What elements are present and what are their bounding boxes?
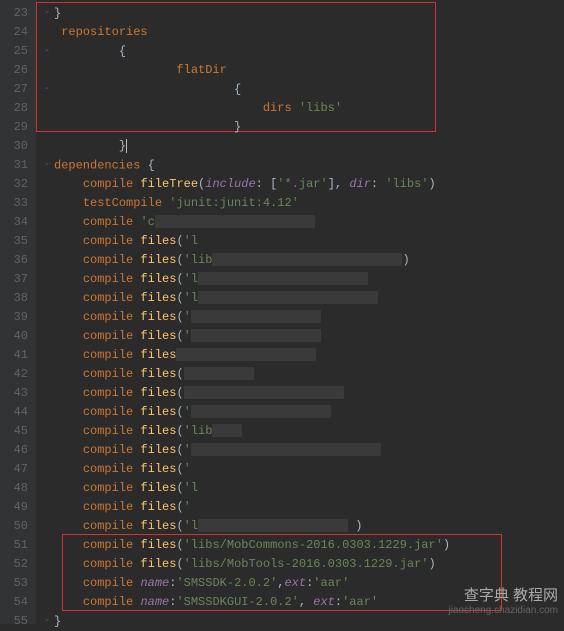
redacted-text xyxy=(191,329,321,342)
line-number: 25 xyxy=(4,42,28,61)
line-number: 37 xyxy=(4,270,28,289)
code-line: compile files(' xyxy=(36,308,564,327)
code-editor[interactable]: 2324252627282930313233343536373839404142… xyxy=(0,0,564,624)
redacted-text xyxy=(155,215,315,228)
code-line: flatDir xyxy=(36,61,564,80)
line-number: 54 xyxy=(4,593,28,612)
line-number: 39 xyxy=(4,308,28,327)
code-line: compile files('l xyxy=(36,289,564,308)
line-number: 48 xyxy=(4,479,28,498)
line-number: 47 xyxy=(4,460,28,479)
fold-icon[interactable]: - xyxy=(44,4,54,23)
line-number: 32 xyxy=(4,175,28,194)
fold-icon[interactable]: - xyxy=(44,156,54,175)
code-line: compile files('libs/MobCommons-2016.0303… xyxy=(36,536,564,555)
line-number: 36 xyxy=(4,251,28,270)
code-line: compile files('lib) xyxy=(36,251,564,270)
fold-icon[interactable]: - xyxy=(44,612,54,631)
redacted-text xyxy=(198,272,368,285)
line-number: 29 xyxy=(4,118,28,137)
line-number: 42 xyxy=(4,365,28,384)
redacted-text xyxy=(191,310,321,323)
line-number: 35 xyxy=(4,232,28,251)
code-line: repositories xyxy=(36,23,564,42)
redacted-text xyxy=(191,405,331,418)
code-line: compile files('l ) xyxy=(36,517,564,536)
line-number: 53 xyxy=(4,574,28,593)
code-line: compile files(' xyxy=(36,498,564,517)
line-number: 49 xyxy=(4,498,28,517)
code-line: -} xyxy=(36,4,564,23)
line-number: 43 xyxy=(4,384,28,403)
line-number: 34 xyxy=(4,213,28,232)
line-number: 46 xyxy=(4,441,28,460)
code-line: compile files(' xyxy=(36,327,564,346)
redacted-text xyxy=(176,348,316,361)
fold-icon[interactable]: - xyxy=(44,42,54,61)
redacted-text xyxy=(198,291,378,304)
line-number: 40 xyxy=(4,327,28,346)
code-line: compile files(' xyxy=(36,441,564,460)
code-line: compile files( xyxy=(36,365,564,384)
code-line: compile files( xyxy=(36,384,564,403)
code-line: compile files('l xyxy=(36,270,564,289)
watermark: 查字典 教程网 jiaocheng.chazidian.com xyxy=(448,588,558,618)
line-number: 30 xyxy=(4,137,28,156)
line-number: 44 xyxy=(4,403,28,422)
code-line: compile 'c xyxy=(36,213,564,232)
line-number: 23 xyxy=(4,4,28,23)
line-number: 24 xyxy=(4,23,28,42)
redacted-text xyxy=(212,253,402,266)
code-line: compile fileTree(include: ['*.jar'], dir… xyxy=(36,175,564,194)
code-line: compile files('l xyxy=(36,479,564,498)
code-line: -dependencies { xyxy=(36,156,564,175)
code-line: dirs 'libs' xyxy=(36,99,564,118)
line-number: 27 xyxy=(4,80,28,99)
code-line: compile files('l xyxy=(36,232,564,251)
code-line: compile files xyxy=(36,346,564,365)
redacted-text xyxy=(191,443,381,456)
redacted-text xyxy=(198,519,348,532)
line-number: 33 xyxy=(4,194,28,213)
line-number: 51 xyxy=(4,536,28,555)
line-number: 31 xyxy=(4,156,28,175)
code-line: - { xyxy=(36,80,564,99)
line-number: 55 xyxy=(4,612,28,631)
redacted-text xyxy=(212,424,242,437)
line-number: 50 xyxy=(4,517,28,536)
redacted-text xyxy=(184,386,344,399)
code-line: testCompile 'junit:junit:4.12' xyxy=(36,194,564,213)
redacted-text xyxy=(184,367,254,380)
line-number: 45 xyxy=(4,422,28,441)
line-number: 52 xyxy=(4,555,28,574)
line-number: 26 xyxy=(4,61,28,80)
line-number-gutter: 2324252627282930313233343536373839404142… xyxy=(0,0,36,624)
text-caret xyxy=(126,139,127,153)
code-line: compile files('lib xyxy=(36,422,564,441)
code-line: compile files('libs/MobTools-2016.0303.1… xyxy=(36,555,564,574)
code-line: compile files(' xyxy=(36,460,564,479)
line-number: 41 xyxy=(4,346,28,365)
code-line: - { xyxy=(36,42,564,61)
line-number: 28 xyxy=(4,99,28,118)
code-area[interactable]: -} repositories - { flatDir - { dirs 'li… xyxy=(36,0,564,624)
code-line: compile files(' xyxy=(36,403,564,422)
fold-icon[interactable]: - xyxy=(44,80,54,99)
code-line: } xyxy=(36,137,564,156)
code-line: } xyxy=(36,118,564,137)
line-number: 38 xyxy=(4,289,28,308)
